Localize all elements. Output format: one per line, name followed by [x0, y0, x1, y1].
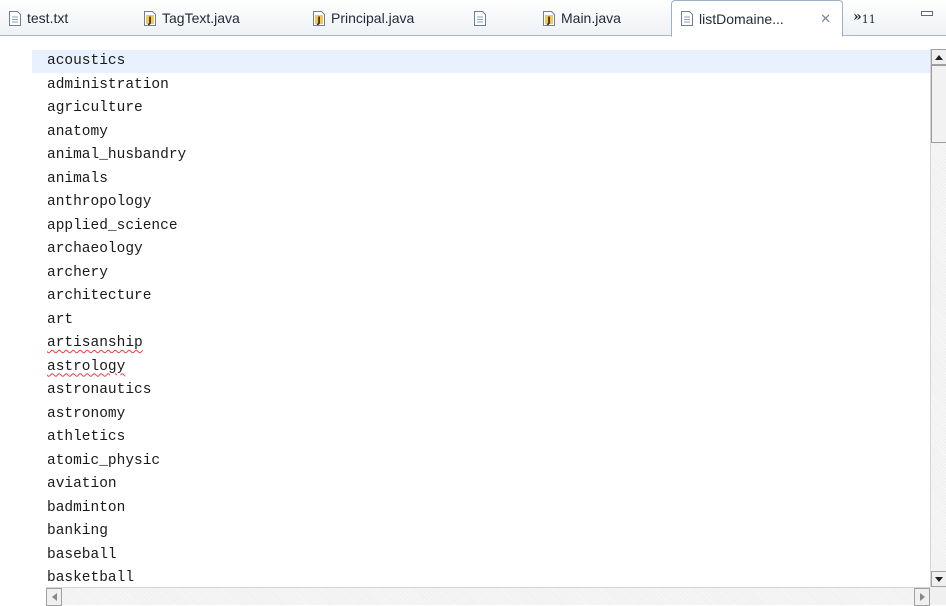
- tab-label: Main.java: [561, 10, 621, 26]
- arrow-left-icon: [51, 593, 57, 601]
- text-line: acoustics: [47, 53, 126, 69]
- tab-label: TagText.java: [162, 10, 240, 26]
- chevron-double-right-icon: »: [853, 9, 862, 25]
- editor-gutter: [0, 36, 26, 605]
- svg-text:J: J: [147, 16, 151, 26]
- text-line: archery: [47, 264, 108, 281]
- horizontal-scrollbar[interactable]: [46, 587, 930, 606]
- text-line: astronautics: [47, 382, 152, 398]
- minimize-icon[interactable]: [921, 11, 933, 16]
- text-line: atomic_physic: [47, 452, 161, 469]
- text-line: astronomy: [47, 405, 126, 422]
- tab-overflow-button[interactable]: »11: [853, 9, 876, 26]
- tab-listdomaine[interactable]: listDomaine... ✕: [671, 0, 843, 37]
- text-line: architecture: [47, 288, 152, 304]
- arrow-up-icon: [935, 54, 943, 60]
- text-file-icon: [681, 11, 693, 26]
- text-line: administration: [47, 76, 169, 93]
- tab-test-txt[interactable]: test.txt: [9, 0, 68, 36]
- scroll-down-button[interactable]: [931, 571, 946, 587]
- java-file-icon: J: [313, 10, 325, 26]
- scroll-left-button[interactable]: [46, 588, 62, 606]
- tab-untitled-text[interactable]: [474, 0, 492, 36]
- text-editor[interactable]: acoustics administration agriculture ana…: [47, 50, 186, 591]
- text-file-icon: [474, 10, 486, 26]
- scroll-right-button[interactable]: [914, 588, 930, 606]
- text-line: archaeology: [47, 241, 143, 257]
- tab-main-java[interactable]: J Main.java: [543, 0, 621, 36]
- text-line: astrology: [47, 358, 126, 375]
- text-line: agriculture: [47, 100, 143, 116]
- close-icon[interactable]: ✕: [820, 12, 831, 25]
- text-line: aviation: [47, 476, 117, 492]
- tab-label: listDomaine...: [699, 10, 784, 27]
- hidden-tab-count: 11: [861, 13, 876, 26]
- tab-label: Principal.java: [331, 10, 415, 26]
- tab-tagtext-java[interactable]: J TagText.java: [144, 0, 240, 36]
- text-line: applied_science: [47, 217, 178, 234]
- text-line: art: [47, 311, 74, 328]
- text-file-icon: [9, 10, 21, 26]
- vertical-scroll-thumb[interactable]: [931, 65, 946, 143]
- svg-text:J: J: [316, 16, 320, 26]
- tab-label: test.txt: [27, 10, 69, 26]
- text-line: artisanship: [47, 335, 143, 351]
- scrollbar-corner: [930, 587, 946, 605]
- arrow-right-icon: [919, 593, 925, 601]
- arrow-down-icon: [935, 576, 943, 582]
- text-line: badminton: [47, 499, 126, 516]
- text-line: banking: [47, 523, 108, 539]
- tab-principal-java[interactable]: J Principal.java: [313, 0, 414, 36]
- scroll-up-button[interactable]: [931, 49, 946, 65]
- java-file-icon: J: [144, 10, 156, 26]
- text-line: anatomy: [47, 123, 108, 140]
- text-line: baseball: [47, 546, 117, 563]
- text-line: animals: [47, 170, 108, 187]
- svg-text:J: J: [546, 16, 550, 26]
- text-line: animal_husbandry: [47, 147, 187, 163]
- text-line: anthropology: [47, 194, 152, 210]
- text-line: athletics: [47, 429, 126, 445]
- java-file-icon: J: [543, 10, 555, 26]
- vertical-scrollbar[interactable]: [930, 49, 946, 587]
- editor-tab-bar: test.txt J TagText.java J Principal.java…: [0, 0, 946, 37]
